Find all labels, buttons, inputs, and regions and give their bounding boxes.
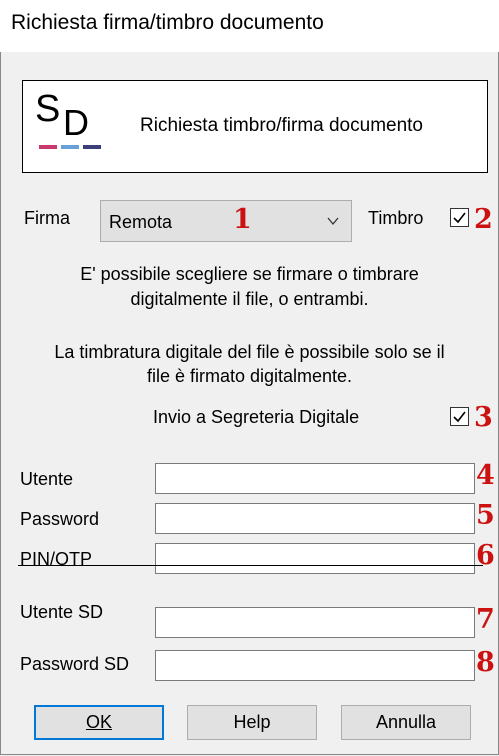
password-label: Password [20, 509, 100, 529]
chevron-down-icon [327, 217, 339, 226]
marker-5: 5 [476, 500, 495, 531]
invio-label: Invio a Segreteria Digitale [153, 407, 360, 427]
utente-sd-input[interactable] [155, 607, 475, 638]
annulla-button[interactable]: Annulla [341, 705, 471, 740]
marker-4: 4 [476, 460, 495, 491]
timbro-checkbox[interactable] [450, 208, 469, 227]
separator-line [18, 565, 483, 566]
pin-label: PIN/OTP [20, 549, 93, 569]
marker-3: 3 [474, 402, 493, 433]
header-title: Richiesta timbro/firma documento [140, 115, 423, 136]
utente-sd-label: Utente SD [20, 602, 104, 622]
window-title: Richiesta firma/timbro documento [11, 11, 324, 34]
svg-text:S: S [35, 88, 60, 130]
invio-checkbox[interactable] [450, 407, 469, 426]
firma-label: Firma [24, 208, 70, 228]
header-banner: S D Richiesta timbro/firma documento [22, 80, 488, 173]
info-line-1: E' possibile scegliere se firmare o timb… [80, 264, 419, 284]
marker-2: 2 [474, 204, 493, 235]
help-button[interactable]: Help [187, 705, 317, 740]
ok-button[interactable]: OK [34, 705, 164, 740]
marker-8: 8 [476, 647, 495, 678]
marker-7: 7 [476, 604, 495, 635]
utente-label: Utente [20, 469, 74, 489]
pin-otp-input[interactable] [155, 543, 475, 574]
svg-text:D: D [63, 102, 89, 143]
password-sd-input[interactable] [155, 650, 475, 681]
dialog-window: Richiesta firma/timbro documento S D Ric… [0, 0, 499, 756]
firma-dropdown[interactable]: Remota [100, 200, 352, 242]
help-button-label: Help [233, 712, 271, 732]
info-line-2: digitalmente il file, o entrambi. [130, 289, 369, 309]
annulla-button-label: Annulla [375, 712, 437, 732]
title-bar[interactable]: Richiesta firma/timbro documento [0, 0, 499, 52]
checkmark-icon [453, 411, 466, 423]
utente-input[interactable] [155, 463, 475, 494]
sd-logo-icon: S D [35, 88, 101, 149]
info-line-4: file è firmato digitalmente. [146, 366, 353, 386]
password-sd-label: Password SD [20, 654, 130, 674]
marker-1: 1 [233, 204, 252, 235]
timbro-label: Timbro [368, 208, 424, 228]
ok-button-label: OK [85, 712, 112, 732]
firma-selected-value: Remota [109, 212, 173, 232]
password-input[interactable] [155, 503, 475, 534]
checkmark-icon [453, 212, 466, 224]
info-line-3: La timbratura digitale del file è possib… [54, 342, 445, 362]
